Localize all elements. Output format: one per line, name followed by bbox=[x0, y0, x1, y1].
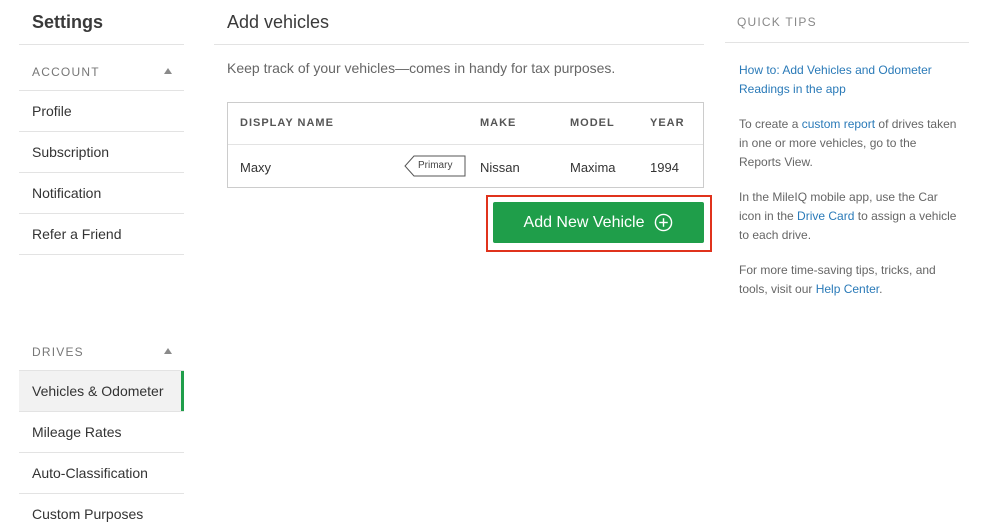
plus-circle-icon bbox=[655, 213, 673, 232]
vehicle-make: Nissan bbox=[480, 160, 520, 175]
vehicle-model: Maxima bbox=[570, 160, 616, 175]
add-new-vehicle-label: Add New Vehicle bbox=[523, 213, 645, 231]
account-section-label: ACCOUNT bbox=[32, 65, 100, 79]
vehicle-display-name: Maxy bbox=[240, 160, 272, 175]
vehicle-year: 1994 bbox=[650, 160, 679, 175]
quick-tips-title: QUICK TIPS bbox=[725, 0, 969, 43]
custom-report-link[interactable]: custom report bbox=[802, 117, 875, 131]
settings-page: Settings ACCOUNT Profile Subscription No… bbox=[0, 0, 992, 526]
column-header-make: MAKE bbox=[480, 117, 517, 129]
page-description: Keep track of your vehicles—comes in han… bbox=[227, 60, 616, 76]
account-section-header[interactable]: ACCOUNT bbox=[19, 45, 184, 91]
sidebar-item-auto-classification[interactable]: Auto-Classification bbox=[19, 453, 184, 494]
sidebar-item-profile[interactable]: Profile bbox=[19, 91, 184, 132]
sidebar-item-refer-a-friend[interactable]: Refer a Friend bbox=[19, 214, 184, 255]
sidebar-title: Settings bbox=[19, 0, 184, 45]
tip-custom-report: To create a custom report of drives take… bbox=[739, 115, 959, 172]
vehicles-main: Add vehicles Keep track of your vehicles… bbox=[214, 0, 712, 252]
tip-text: . bbox=[879, 282, 883, 296]
drives-section-label: DRIVES bbox=[32, 345, 84, 359]
sidebar-item-custom-purposes[interactable]: Custom Purposes bbox=[19, 494, 184, 526]
tip-text: To create a bbox=[739, 117, 802, 131]
settings-sidebar: Settings ACCOUNT Profile Subscription No… bbox=[19, 0, 184, 526]
quick-tips-panel: QUICK TIPS How to: Add Vehicles and Odom… bbox=[725, 0, 969, 299]
primary-badge: Primary bbox=[404, 155, 466, 177]
caret-up-icon[interactable] bbox=[164, 68, 172, 74]
help-center-link[interactable]: Help Center bbox=[816, 282, 879, 296]
page-title: Add vehicles bbox=[214, 0, 704, 45]
how-to-link[interactable]: How to: Add Vehicles and Odometer Readin… bbox=[739, 61, 959, 99]
tip-drive-card: In the MileIQ mobile app, use the Car ic… bbox=[739, 188, 959, 245]
column-header-year: YEAR bbox=[650, 117, 685, 129]
vehicles-table: DISPLAY NAME MAKE MODEL YEAR Maxy Primar… bbox=[227, 102, 704, 188]
sidebar-item-mileage-rates[interactable]: Mileage Rates bbox=[19, 412, 184, 453]
column-header-model: MODEL bbox=[570, 117, 615, 129]
column-header-display-name: DISPLAY NAME bbox=[240, 117, 334, 129]
sidebar-item-subscription[interactable]: Subscription bbox=[19, 132, 184, 173]
primary-badge-label: Primary bbox=[418, 160, 453, 171]
add-new-vehicle-button[interactable]: Add New Vehicle bbox=[493, 202, 704, 243]
sidebar-item-vehicles-odometer[interactable]: Vehicles & Odometer bbox=[19, 371, 184, 412]
drive-card-link[interactable]: Drive Card bbox=[797, 209, 854, 223]
table-header: DISPLAY NAME MAKE MODEL YEAR bbox=[228, 103, 703, 145]
tip-help-center: For more time-saving tips, tricks, and t… bbox=[739, 261, 959, 299]
drives-section-header[interactable]: DRIVES bbox=[19, 325, 184, 371]
table-row[interactable]: Maxy Primary Nissan Maxima 1994 bbox=[228, 145, 703, 187]
sidebar-item-notification[interactable]: Notification bbox=[19, 173, 184, 214]
caret-up-icon[interactable] bbox=[164, 348, 172, 354]
